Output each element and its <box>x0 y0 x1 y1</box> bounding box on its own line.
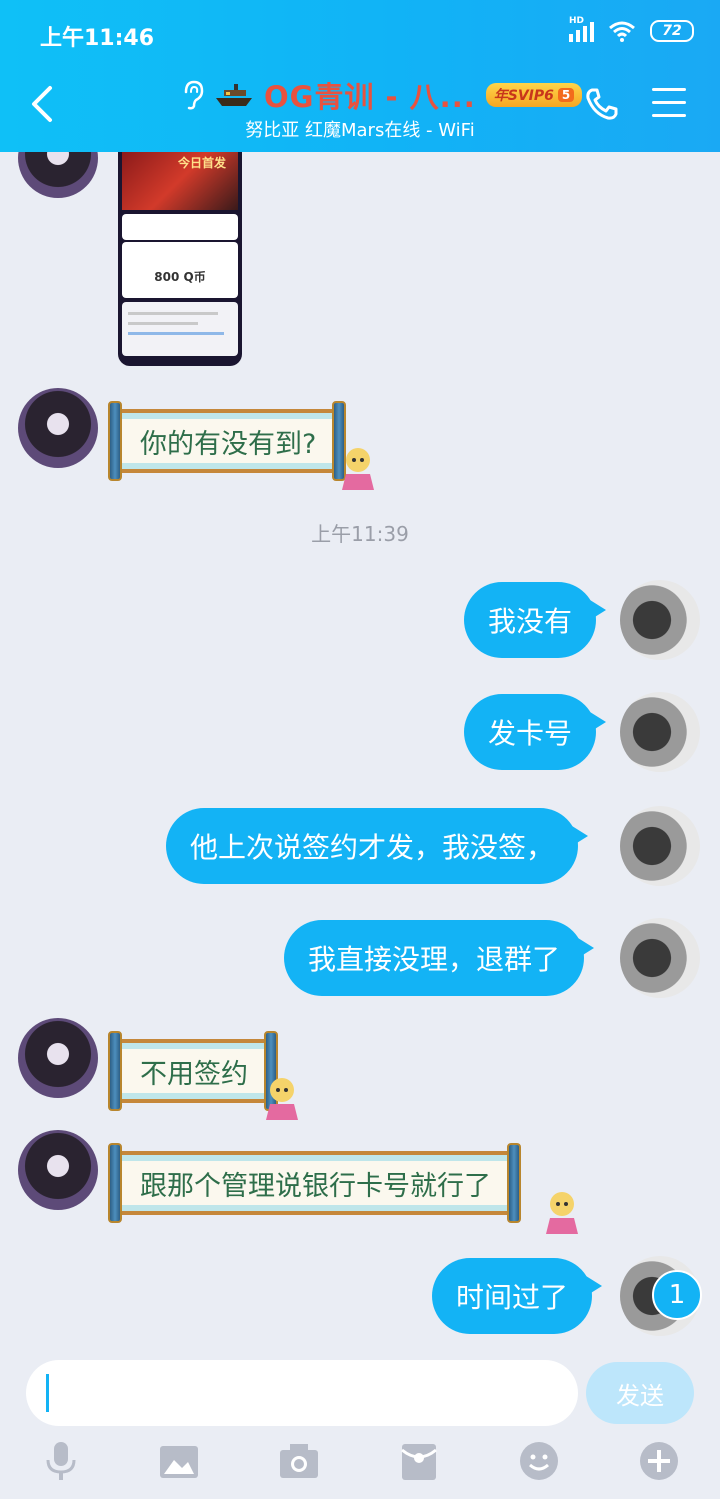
image-message[interactable]: 今日首发 800 Q币 <box>118 120 242 366</box>
send-button[interactable]: 发送 <box>586 1362 694 1424</box>
emoji-icon[interactable] <box>518 1440 560 1482</box>
message-text: 我直接没理，退群了 <box>308 943 561 976</box>
avatar[interactable] <box>18 388 98 468</box>
image-amount: 800 Q币 <box>154 270 206 284</box>
message-text: 你的有没有到? <box>140 428 317 460</box>
chibi-sticker-icon <box>342 448 374 490</box>
image-icon[interactable] <box>158 1440 200 1482</box>
message-text: 我没有 <box>488 605 573 638</box>
timestamp-separator: 上午11:39 <box>311 522 409 546</box>
status-icons: HD 72 <box>569 16 694 42</box>
chat-title: OG青训 - 八... <box>264 80 476 114</box>
text-cursor <box>46 1374 49 1412</box>
message-text: 发卡号 <box>488 717 573 750</box>
chat-title-row[interactable]: OG青训 - 八... 年SVIP6 5 <box>182 74 583 116</box>
message-bubble-sent[interactable]: 他上次说签约才发，我没签， <box>166 808 589 884</box>
menu-button[interactable] <box>652 88 686 120</box>
image-card <box>122 214 238 240</box>
avatar[interactable] <box>620 580 700 660</box>
chibi-sticker-icon <box>546 1192 578 1234</box>
wifi-icon <box>609 21 635 42</box>
message-input[interactable] <box>26 1360 578 1426</box>
avatar[interactable] <box>18 1018 98 1098</box>
svip-badge: 年SVIP6 5 <box>485 83 583 107</box>
chibi-sticker-icon <box>266 1078 298 1120</box>
message-bubble-sent[interactable]: 我没有 <box>464 582 607 658</box>
message-text: 跟那个管理说银行卡号就行了 <box>140 1170 491 1202</box>
ship-icon <box>216 84 252 106</box>
avatar[interactable] <box>620 918 700 998</box>
chat-header: 上午11:46 HD 72 OG青训 - 八... 年SVIP6 5 努比亚 红… <box>0 0 720 152</box>
message-bubble-received[interactable]: 不用签约 <box>108 1031 278 1111</box>
message-text: 他上次说签约才发，我没签， <box>190 831 555 864</box>
avatar[interactable] <box>620 806 700 886</box>
status-time: 上午11:46 <box>40 26 155 51</box>
svip-label: 年SVIP6 <box>493 88 554 104</box>
unread-count-badge[interactable]: 1 <box>652 1270 702 1320</box>
image-banner-text: 今日首发 <box>178 156 227 170</box>
avatar[interactable] <box>620 692 700 772</box>
phone-call-button[interactable] <box>584 86 620 122</box>
battery-indicator: 72 <box>650 20 694 42</box>
message-bubble-received[interactable]: 你的有没有到? <box>108 401 347 481</box>
message-bubble-sent[interactable]: 发卡号 <box>464 694 607 770</box>
mic-icon[interactable] <box>40 1440 82 1482</box>
signal-icon: HD <box>569 16 594 42</box>
message-text: 不用签约 <box>140 1058 248 1090</box>
message-bubble-received[interactable]: 跟那个管理说银行卡号就行了 <box>108 1143 521 1223</box>
message-text: 时间过了 <box>456 1281 569 1314</box>
input-toolbar <box>0 1440 720 1499</box>
message-bubble-sent[interactable]: 时间过了 <box>432 1258 603 1334</box>
svip-level: 5 <box>557 88 575 102</box>
hd-label: HD <box>569 16 585 26</box>
message-bubble-sent[interactable]: 我直接没理，退群了 <box>284 920 595 996</box>
camera-icon[interactable] <box>278 1440 320 1482</box>
image-card <box>122 302 238 356</box>
plus-icon[interactable] <box>638 1440 680 1482</box>
ear-icon <box>184 80 204 110</box>
avatar[interactable] <box>18 1130 98 1210</box>
red-packet-icon[interactable] <box>398 1440 440 1482</box>
